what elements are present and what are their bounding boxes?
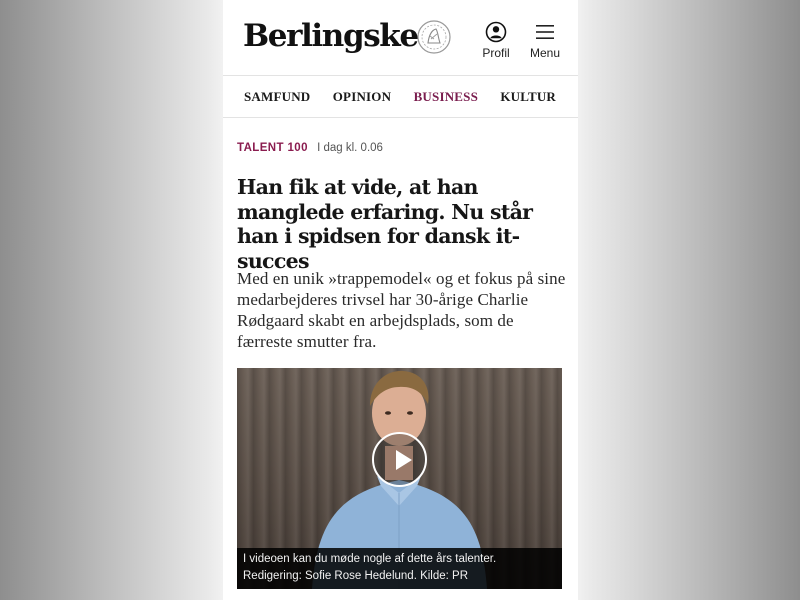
nav-item-kultur[interactable]: KULTUR	[500, 89, 556, 105]
crest-logo-icon	[417, 20, 451, 54]
nav-item-samfund[interactable]: SAMFUND	[244, 89, 310, 105]
video-caption: I videoen kan du møde nogle af dette års…	[237, 548, 562, 589]
menu-button[interactable]: Menu	[525, 20, 565, 60]
article-headline: Han fik at vide, at han manglede erfarin…	[237, 175, 533, 273]
article-lead: Med en unik »trappemodel« og et fokus på…	[237, 269, 566, 351]
article-page: Berlingske Profil Menu SAMFUND OPINION B…	[223, 0, 578, 600]
play-icon[interactable]	[372, 432, 427, 487]
site-logo[interactable]: Berlingske	[243, 18, 419, 54]
user-circle-icon	[485, 21, 507, 43]
site-header: Berlingske Profil Menu	[223, 0, 578, 76]
hamburger-menu-icon	[536, 25, 554, 39]
profile-button[interactable]: Profil	[478, 20, 514, 60]
article-kicker[interactable]: TALENT 100	[237, 142, 308, 154]
article-meta: TALENT 100 I dag kl. 0.06	[237, 142, 383, 154]
menu-label: Menu	[529, 46, 561, 60]
video-player[interactable]: I videoen kan du møde nogle af dette års…	[237, 368, 562, 589]
article-timestamp: I dag kl. 0.06	[317, 142, 383, 154]
section-nav: SAMFUND OPINION BUSINESS KULTUR	[223, 76, 578, 118]
nav-item-business[interactable]: BUSINESS	[414, 89, 478, 105]
nav-item-opinion[interactable]: OPINION	[333, 89, 391, 105]
profile-label: Profil	[482, 46, 510, 60]
